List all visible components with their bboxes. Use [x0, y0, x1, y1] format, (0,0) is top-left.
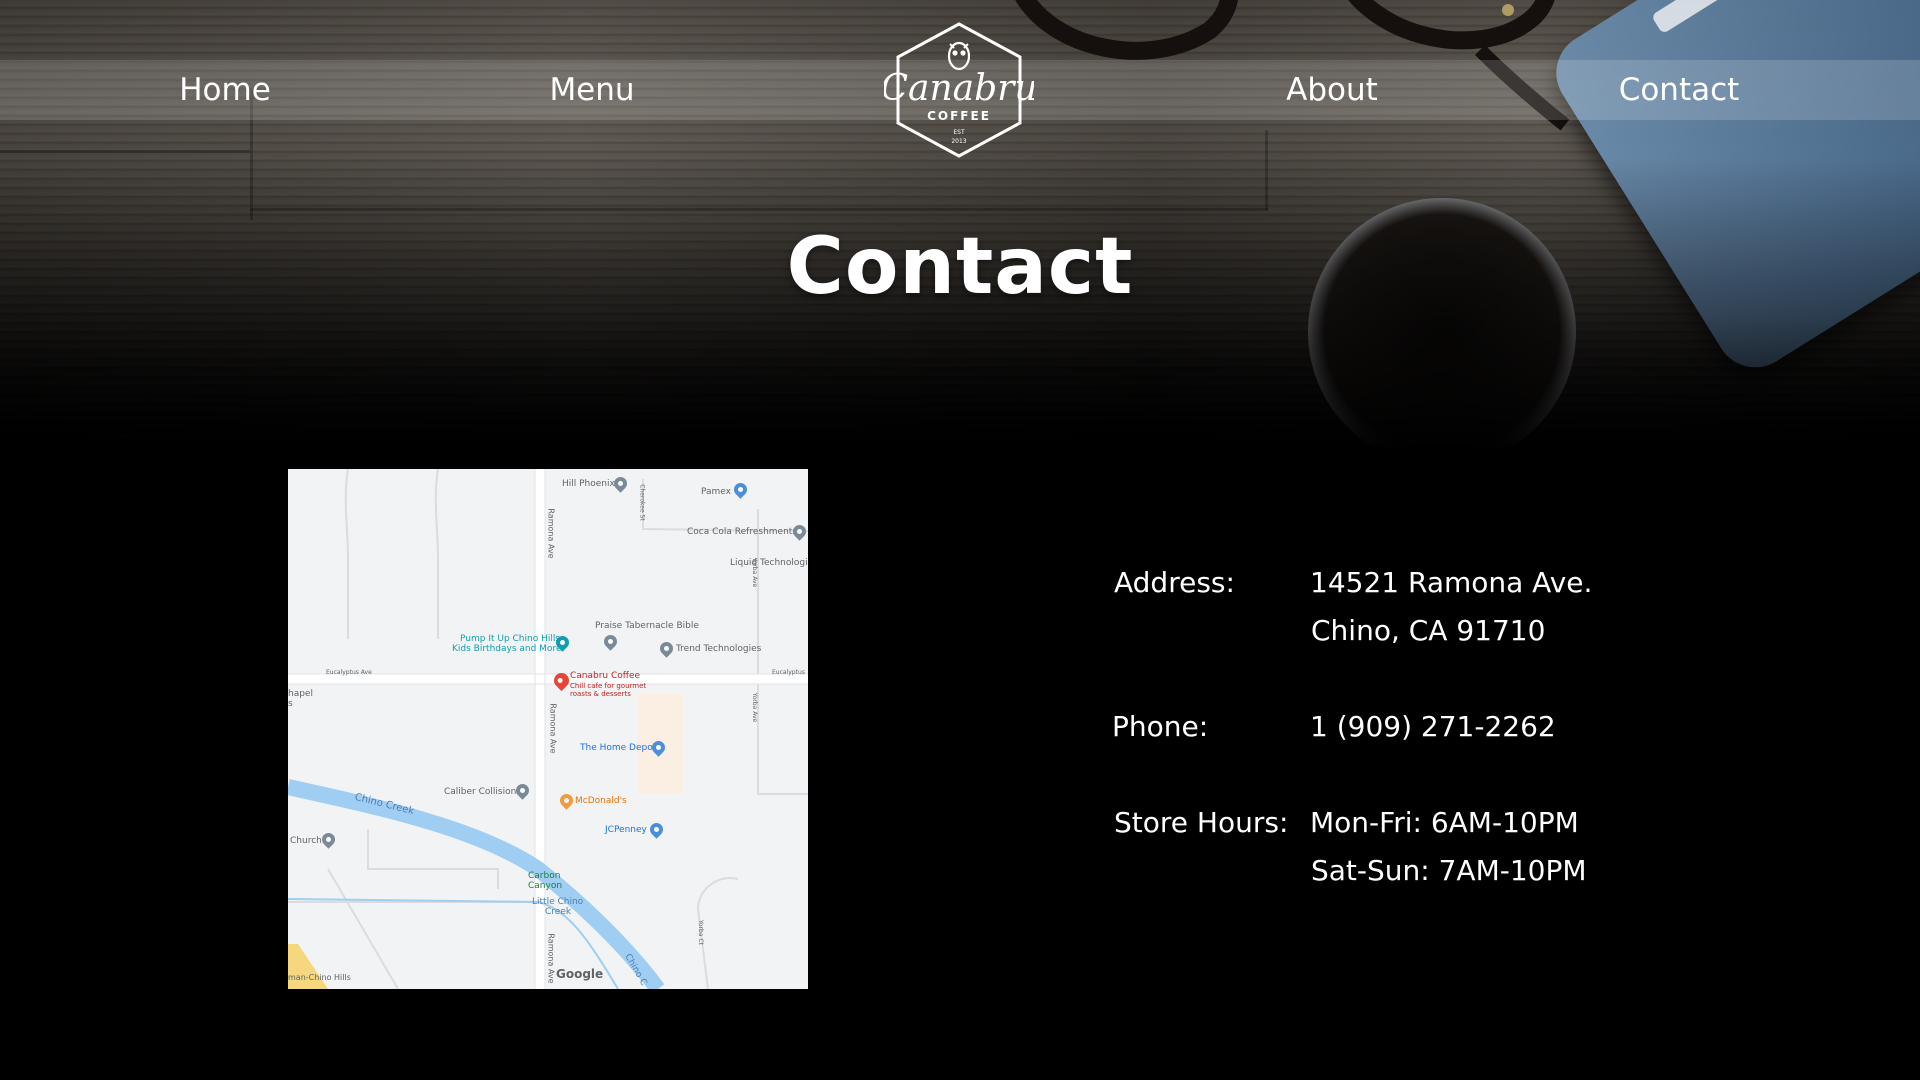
place-label: Canyon [528, 881, 563, 891]
place-label: Hill Phoenix [562, 479, 615, 489]
hours-weekend: Sat-Sun: 7AM-10PM [1311, 854, 1587, 887]
place-description: Chill cafe for gourmet [570, 682, 647, 690]
place-label: Coca Cola Refreshments [687, 527, 797, 537]
place-label: s [288, 699, 293, 709]
place-label: Kids Birthdays and More [452, 644, 562, 654]
nav-menu-link[interactable]: Menu [517, 60, 667, 120]
canabru-logo[interactable]: Canabru COFFEE EST 2013 [880, 20, 1038, 160]
logo-est: EST [953, 129, 965, 136]
nav-home-link[interactable]: Home [150, 60, 300, 120]
place-label: hapel [288, 689, 313, 699]
logo-sub: COFFEE [927, 109, 991, 123]
street-label: Yorba Ct [696, 920, 704, 945]
place-label: The Home Depot [580, 743, 657, 753]
street-label: Ramona Ave [548, 703, 558, 754]
logo-year: 2013 [951, 138, 966, 145]
phone-label: Phone: [1112, 710, 1209, 743]
street-label: Ramona Ave [546, 933, 556, 984]
nav-about-link[interactable]: About [1257, 60, 1407, 120]
place-label: McDonald's [575, 796, 627, 806]
phone-value[interactable]: 1 (909) 271-2262 [1310, 710, 1556, 743]
street-label: Ramona Ave [546, 508, 556, 559]
location-map[interactable]: Ramona Ave Ramona Ave Ramona Ave Eucalyp… [288, 469, 808, 989]
google-logo[interactable]: Google [556, 967, 603, 981]
logo-script: Canabru [884, 68, 1034, 109]
street-label: Cherokee St [638, 484, 646, 521]
street-label: Eucalyptus [772, 669, 805, 676]
store-hours-label: Store Hours: [1114, 806, 1289, 839]
place-label: Pump It Up Chino Hills [460, 634, 561, 644]
water-label: Creek [545, 907, 572, 917]
place-label: man-Chino Hills [288, 973, 351, 982]
place-label: Carbon [528, 871, 561, 881]
place-label: JCPenney [605, 825, 647, 835]
owl-icon [947, 41, 971, 71]
place-label: Trend Technologies [676, 644, 762, 654]
street-label: Eucalyptus Ave [326, 669, 372, 676]
place-label: Liquid Technologie [730, 558, 808, 568]
address-line1: 14521 Ramona Ave. [1310, 566, 1593, 599]
place-label: Caliber Collision [444, 787, 517, 797]
page-title: Contact [786, 222, 1134, 312]
address-label: Address: [1114, 566, 1235, 599]
street-label: Yorba Ave [751, 692, 759, 723]
place-label-canabru: Canabru Coffee [570, 671, 641, 681]
water-label: Little Chino [532, 897, 584, 907]
nav-contact-link[interactable]: Contact [1604, 60, 1754, 120]
place-label: Praise Tabernacle Bible [595, 621, 699, 631]
hours-weekday: Mon-Fri: 6AM-10PM [1310, 806, 1579, 839]
place-description: roasts & desserts [570, 690, 631, 698]
place-label: Pamex [701, 487, 732, 497]
place-label: Church [290, 836, 322, 846]
address-line2: Chino, CA 91710 [1311, 614, 1546, 647]
